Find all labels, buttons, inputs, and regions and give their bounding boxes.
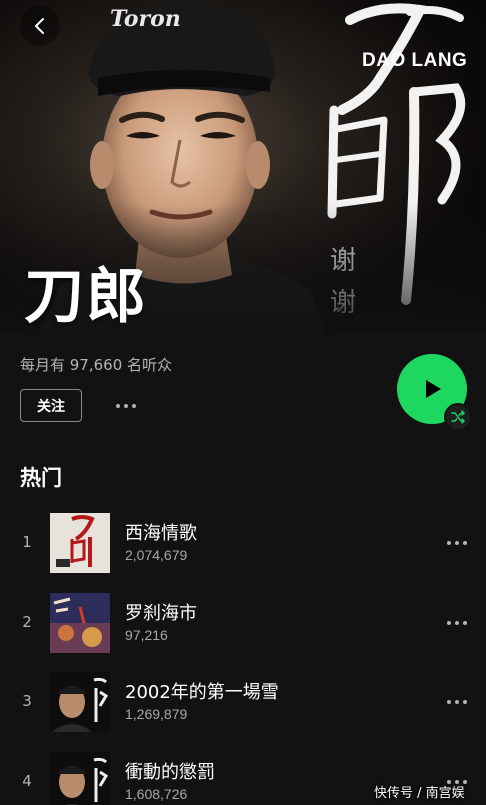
artist-header: Toron DAO LANG 谢谢 刀郎 <box>0 0 486 333</box>
track-title: 衝動的懲罰 <box>125 762 215 783</box>
track-play-count: 97,216 <box>125 627 168 643</box>
track-more-button[interactable] <box>442 692 472 712</box>
track-rank: 1 <box>22 533 32 551</box>
more-dots-icon <box>116 404 136 408</box>
back-chevron-icon <box>35 18 44 34</box>
track-cover-art <box>50 593 110 653</box>
track-row[interactable]: 2 罗刹海市 97,216 <box>0 593 486 657</box>
track-cover-art <box>50 752 110 805</box>
monthly-listeners: 每月有 97,660 名听众 <box>20 356 173 374</box>
track-more-button[interactable] <box>442 533 472 553</box>
more-dots-icon <box>447 700 467 704</box>
play-icon <box>426 380 441 398</box>
artist-name: 刀郎 <box>24 262 148 332</box>
track-rank: 3 <box>22 692 32 710</box>
track-row[interactable]: 3 2002年的第一場雪 1,269,879 <box>0 672 486 736</box>
track-cover-art <box>50 513 110 573</box>
track-title: 西海情歌 <box>125 523 197 544</box>
artist-name-english: DAO LANG <box>362 50 468 71</box>
track-play-count: 2,074,679 <box>125 547 188 563</box>
shuffle-button[interactable] <box>444 403 472 431</box>
more-dots-icon <box>447 541 467 545</box>
cap-logo: Toron <box>110 6 181 32</box>
popular-section-title: 热门 <box>20 466 62 490</box>
track-rank: 4 <box>22 772 32 790</box>
track-row[interactable]: 1 西海情歌 2,074,679 <box>0 513 486 577</box>
track-play-count: 1,269,879 <box>125 706 188 722</box>
track-title: 罗刹海市 <box>125 603 197 624</box>
more-dots-icon <box>447 621 467 625</box>
track-play-count: 1,608,726 <box>125 786 188 802</box>
back-button[interactable] <box>20 6 60 46</box>
follow-button[interactable]: 关注 <box>20 389 82 422</box>
track-cover-art <box>50 672 110 732</box>
more-options-button[interactable] <box>110 395 142 417</box>
track-rank: 2 <box>22 613 32 631</box>
track-more-button[interactable] <box>442 613 472 633</box>
track-title: 2002年的第一場雪 <box>125 682 279 703</box>
source-watermark: 快传号 / 南宫娱 <box>374 786 465 801</box>
shuffle-icon <box>451 410 465 424</box>
